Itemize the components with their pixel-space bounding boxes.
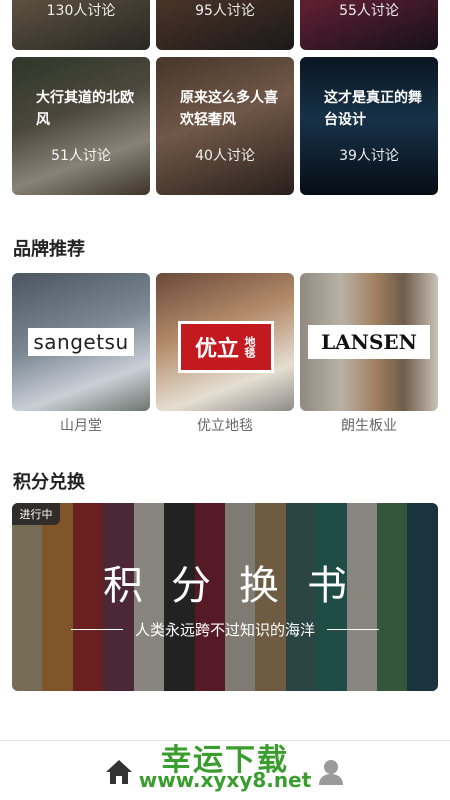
banner-title: 积分换书 <box>103 563 375 609</box>
topic-count: 95人讨论 <box>195 3 255 19</box>
topic-title: 这才是真正的舞台设计 <box>324 90 422 128</box>
divider-line <box>70 629 123 630</box>
watermark-url: www.xyxy8.net <box>138 768 312 792</box>
brand-name: 朗生板业 <box>341 418 397 434</box>
brand-logo: 优立 地毯 <box>178 321 274 373</box>
topic-card[interactable]: 95人讨论 <box>156 0 294 50</box>
topic-title: 原来这么多人喜欢轻奢风 <box>180 90 278 128</box>
brand-list: sangetsu 山月堂 优立 地毯 优立地毯 LANSEN 朗生板业 <box>12 273 438 435</box>
topic-grid-row1: 130人讨论 95人讨论 55人讨论 <box>12 0 438 50</box>
status-badge: 进行中 <box>12 503 60 525</box>
brand-logo-subtext: 地毯 <box>243 336 256 358</box>
brand-name: 优立地毯 <box>197 418 253 434</box>
brand-logo: sangetsu <box>28 328 134 356</box>
divider-line <box>327 629 379 630</box>
brand-logo-text: 优立 <box>194 337 239 362</box>
points-banner[interactable]: 进行中 积分换书 人类永远跨不过知识的海洋 <box>12 503 438 691</box>
topic-title: 大行其道的北欧风 <box>36 90 134 128</box>
topic-card[interactable]: 这才是真正的舞台设计 39人讨论 <box>300 57 438 195</box>
brand-card-youli[interactable]: 优立 地毯 优立地毯 <box>156 273 294 435</box>
brand-image: LANSEN <box>300 273 438 411</box>
section-title-brands: 品牌推荐 <box>13 239 85 260</box>
topic-count: 55人讨论 <box>339 3 399 19</box>
topic-count: 130人讨论 <box>46 3 116 19</box>
brand-image: 优立 地毯 <box>156 273 294 411</box>
brand-logo: LANSEN <box>308 325 430 359</box>
topic-count: 39人讨论 <box>339 148 399 164</box>
section-title-points: 积分兑换 <box>13 472 85 493</box>
topic-count: 51人讨论 <box>51 148 111 164</box>
brand-card-lansen[interactable]: LANSEN 朗生板业 <box>300 273 438 435</box>
topic-card[interactable]: 大行其道的北欧风 51人讨论 <box>12 57 150 195</box>
banner-subtitle-row: 人类永远跨不过知识的海洋 <box>12 619 438 640</box>
topic-grid-row2: 大行其道的北欧风 51人讨论 原来这么多人喜欢轻奢风 40人讨论 这才是真正的舞… <box>12 57 438 195</box>
banner-subtitle: 人类永远跨不过知识的海洋 <box>134 621 315 639</box>
topic-card[interactable]: 55人讨论 <box>300 0 438 50</box>
brand-card-sangetsu[interactable]: sangetsu 山月堂 <box>12 273 150 435</box>
topic-card[interactable]: 原来这么多人喜欢轻奢风 40人讨论 <box>156 57 294 195</box>
topic-count: 40人讨论 <box>195 148 255 164</box>
brand-name: 山月堂 <box>60 418 102 434</box>
brand-image: sangetsu <box>12 273 150 411</box>
topic-card[interactable]: 130人讨论 <box>12 0 150 50</box>
